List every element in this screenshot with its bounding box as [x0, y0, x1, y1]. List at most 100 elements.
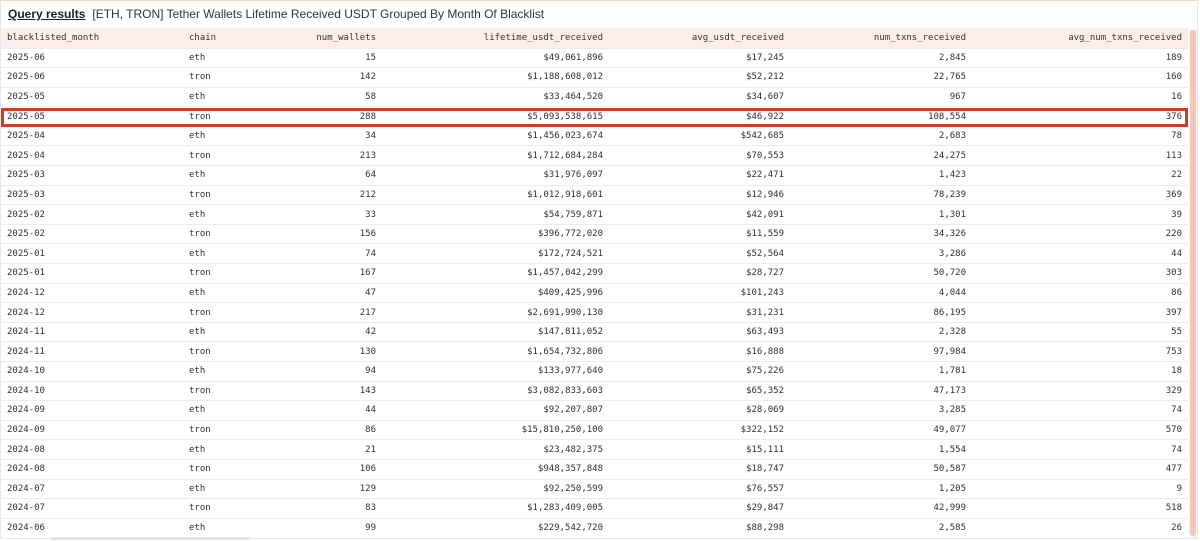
table-row[interactable]: 2025-02 tron 156 $396,772,020 $11,559 34,326 2…	[1, 223, 1188, 244]
column-header[interactable]: lifetime_usdt_received	[382, 28, 609, 48]
table-cell-avg-usdt-received: $22,471	[609, 165, 790, 186]
table-row[interactable]: 2024-07 tron 83 $1,283,409,005 $29,847 42,999…	[1, 498, 1188, 519]
table-cell-blacklisted-month: 2025-05	[1, 106, 183, 127]
table-row[interactable]: 2024-06 eth 99 $229,542,720 $88,298 2,585 26	[1, 517, 1188, 538]
table-row[interactable]: 2024-12 tron 217 $2,691,990,130 $31,231 86,19…	[1, 302, 1188, 323]
table-cell-blacklisted-month: 2024-12	[1, 282, 183, 303]
table-row[interactable]: 2024-10 eth 94 $133,977,640 $75,226 1,781 18	[1, 361, 1188, 382]
table-row[interactable]: 2025-05 eth 58 $33,464,520 $34,607 967 16	[1, 86, 1188, 107]
table-row[interactable]: 2025-01 tron 167 $1,457,042,299 $28,727 50,72…	[1, 263, 1188, 284]
vertical-scrollbar-thumb[interactable]	[1190, 30, 1196, 536]
table-row[interactable]: 2024-09 eth 44 $92,207,807 $28,069 3,285 74	[1, 400, 1188, 421]
table-cell-avg-usdt-received: $63,493	[609, 321, 790, 342]
table-cell-num-wallets: 58	[281, 86, 382, 107]
table-cell-blacklisted-month: 2024-10	[1, 380, 183, 401]
table-cell-num-txns-received: 42,999	[790, 498, 972, 519]
results-table: blacklisted_month chain num_wallets life…	[1, 28, 1188, 538]
results-header: Query results [ETH, TRON] Tether Wallets …	[8, 5, 544, 23]
table-cell-blacklisted-month: 2025-05	[1, 86, 183, 107]
table-cell-lifetime-usdt-received: $54,759,871	[382, 204, 609, 225]
table-cell-avg-num-txns-received: 16	[972, 86, 1188, 107]
table-cell-blacklisted-month: 2025-01	[1, 263, 183, 284]
table-cell-avg-usdt-received: $17,245	[609, 47, 790, 68]
table-row-highlighted[interactable]: 2025-05 tron 288 $5,093,538,615 $46,922 108,5…	[1, 106, 1188, 127]
table-cell-chain: eth	[183, 125, 281, 146]
table-row[interactable]: 2024-11 eth 42 $147,811,052 $63,493 2,328 55	[1, 321, 1188, 342]
table-cell-avg-num-txns-received: 189	[972, 47, 1188, 68]
table-cell-blacklisted-month: 2024-09	[1, 400, 183, 421]
table-row[interactable]: 2025-04 tron 213 $1,712,684,284 $70,553 24,27…	[1, 145, 1188, 166]
table-row[interactable]: 2025-04 eth 34 $1,456,023,674 $542,685 2,683 7…	[1, 125, 1188, 146]
query-title: [ETH, TRON] Tether Wallets Lifetime Rece…	[92, 7, 545, 21]
table-row[interactable]: 2025-06 tron 142 $1,188,608,012 $52,212 22,76…	[1, 67, 1188, 88]
table-cell-avg-num-txns-received: 55	[972, 321, 1188, 342]
table-cell-num-txns-received: 3,286	[790, 243, 972, 264]
table-cell-blacklisted-month: 2024-07	[1, 478, 183, 499]
table-cell-lifetime-usdt-received: $15,810,250,100	[382, 419, 609, 440]
table-row[interactable]: 2024-08 tron 106 $948,357,848 $18,747 50,587 4…	[1, 458, 1188, 480]
table-cell-avg-num-txns-received: 160	[972, 67, 1188, 88]
table-row[interactable]: 2024-07 eth 129 $92,250,599 $76,557 1,205 9	[1, 478, 1188, 499]
column-header[interactable]: num_wallets	[281, 28, 382, 48]
table-cell-lifetime-usdt-received: $133,977,640	[382, 361, 609, 382]
table-cell-avg-num-txns-received: 397	[972, 302, 1188, 323]
table-cell-num-wallets: 42	[281, 321, 382, 342]
table-cell-avg-num-txns-received: 329	[972, 380, 1188, 401]
table-cell-blacklisted-month: 2025-01	[1, 243, 183, 264]
table-cell-avg-num-txns-received: 9	[972, 478, 1188, 499]
table-cell-num-txns-received: 1,301	[790, 204, 972, 225]
table-cell-blacklisted-month: 2025-03	[1, 184, 183, 205]
table-cell-avg-num-txns-received: 369	[972, 184, 1188, 205]
results-table-container[interactable]: blacklisted_month chain num_wallets life…	[1, 28, 1188, 540]
table-cell-chain: eth	[183, 478, 281, 499]
table-cell-chain: tron	[183, 302, 281, 323]
table-cell-avg-num-txns-received: 220	[972, 223, 1188, 244]
table-cell-num-wallets: 47	[281, 282, 382, 303]
table-cell-blacklisted-month: 2025-02	[1, 204, 183, 225]
table-row[interactable]: 2025-02 eth 33 $54,759,871 $42,091 1,301 39	[1, 204, 1188, 225]
table-cell-num-wallets: 94	[281, 361, 382, 382]
query-results-link[interactable]: Query results	[8, 7, 85, 21]
column-header[interactable]: blacklisted_month	[1, 28, 183, 48]
table-row[interactable]: 2024-08 eth 21 $23,482,375 $15,111 1,554 74	[1, 439, 1188, 460]
table-cell-num-txns-received: 1,781	[790, 361, 972, 382]
table-cell-num-txns-received: 1,205	[790, 478, 972, 499]
column-header[interactable]: chain	[183, 28, 281, 48]
table-cell-num-txns-received: 2,683	[790, 125, 972, 146]
table-cell-num-txns-received: 24,275	[790, 145, 972, 166]
table-row[interactable]: 2025-03 eth 64 $31,976,097 $22,471 1,423 22	[1, 165, 1188, 186]
table-cell-chain: tron	[183, 380, 281, 401]
table-cell-avg-num-txns-received: 477	[972, 458, 1188, 480]
table-cell-chain: tron	[183, 106, 281, 127]
table-cell-num-wallets: 33	[281, 204, 382, 225]
table-cell-blacklisted-month: 2024-06	[1, 517, 183, 538]
table-cell-blacklisted-month: 2024-12	[1, 302, 183, 323]
table-cell-lifetime-usdt-received: $409,425,996	[382, 282, 609, 303]
table-cell-num-txns-received: 97,984	[790, 341, 972, 362]
table-cell-num-txns-received: 108,554	[790, 106, 972, 127]
table-cell-lifetime-usdt-received: $5,093,538,615	[382, 106, 609, 127]
table-cell-num-wallets: 288	[281, 106, 382, 127]
table-row[interactable]: 2025-06 eth 15 $49,061,896 $17,245 2,845 189	[1, 47, 1188, 68]
table-cell-num-wallets: 64	[281, 165, 382, 186]
column-header[interactable]: avg_usdt_received	[609, 28, 790, 48]
column-header[interactable]: num_txns_received	[790, 28, 972, 48]
table-row[interactable]: 2025-01 eth 74 $172,724,521 $52,564 3,286 44	[1, 243, 1188, 264]
table-row[interactable]: 2024-10 tron 143 $3,082,833,603 $65,352 47,17…	[1, 380, 1188, 401]
table-cell-avg-usdt-received: $11,559	[609, 223, 790, 244]
table-cell-chain: eth	[183, 282, 281, 303]
column-header[interactable]: avg_num_txns_received	[972, 28, 1188, 48]
table-row[interactable]: 2024-09 tron 86 $15,810,250,100 $322,152 49,0…	[1, 419, 1188, 440]
table-row[interactable]: 2024-11 tron 130 $1,654,732,806 $16,888 97,98…	[1, 341, 1188, 362]
table-cell-avg-num-txns-received: 78	[972, 125, 1188, 146]
table-row[interactable]: 2024-12 eth 47 $409,425,996 $101,243 4,044 86	[1, 282, 1188, 303]
table-cell-lifetime-usdt-received: $1,012,918,601	[382, 184, 609, 205]
table-cell-lifetime-usdt-received: $3,082,833,603	[382, 380, 609, 401]
table-row[interactable]: 2025-03 tron 212 $1,012,918,601 $12,946 78,23…	[1, 184, 1188, 205]
table-cell-num-wallets: 143	[281, 380, 382, 401]
table-cell-num-wallets: 129	[281, 478, 382, 499]
horizontal-scrollbar[interactable]	[50, 537, 250, 540]
table-cell-avg-num-txns-received: 74	[972, 400, 1188, 421]
table-cell-lifetime-usdt-received: $33,464,520	[382, 86, 609, 107]
table-cell-num-wallets: 15	[281, 47, 382, 68]
